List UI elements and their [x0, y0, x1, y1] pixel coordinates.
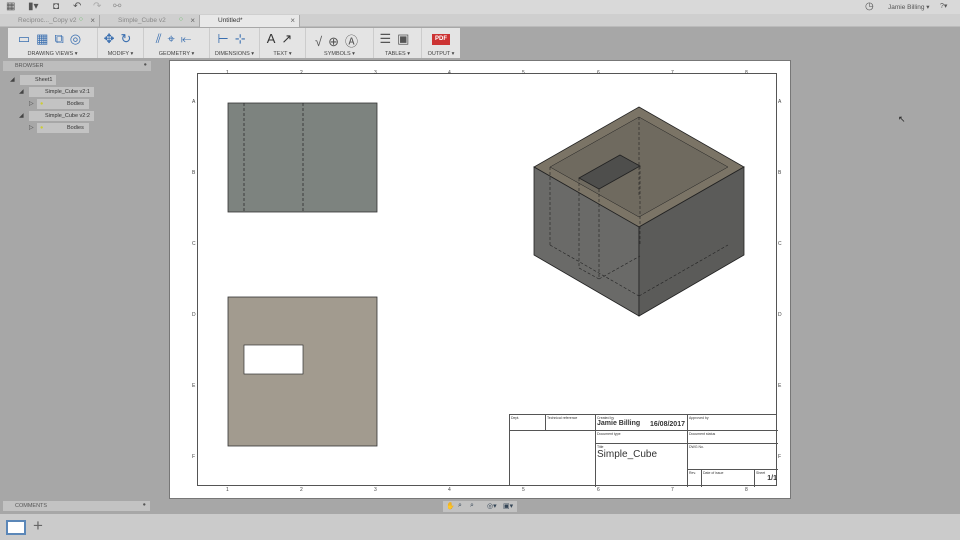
date-issue-cell: Date of issue: [702, 470, 755, 487]
zoom-window-icon[interactable]: ⌕: [458, 502, 462, 510]
rev-cell: Rev.: [688, 470, 702, 487]
zoom-icon[interactable]: ⌕: [470, 502, 474, 510]
sheet-bar: +: [0, 514, 960, 540]
display-settings-icon[interactable]: ◎▾: [487, 502, 497, 510]
title-block: Dept. Technical reference Created by Jami…: [509, 414, 778, 487]
tech-ref-cell: Technical reference: [546, 415, 596, 431]
top-view[interactable]: [227, 102, 378, 213]
dwg-no-cell: DWG No.: [688, 444, 778, 470]
created-by-value: Jamie Billing: [597, 420, 641, 427]
front-view[interactable]: [227, 296, 378, 447]
grid-settings-icon[interactable]: ▣▾: [503, 502, 513, 510]
pan-icon[interactable]: ✋: [446, 502, 455, 510]
sheet-cell: Sheet 1/1: [755, 470, 778, 487]
sheet-thumbnail[interactable]: [6, 520, 26, 535]
approved-by-cell: Approved by: [688, 415, 778, 431]
dept-cell: Dept.: [510, 415, 546, 431]
sheet-value: 1/1: [767, 475, 777, 482]
title-cell: Title Simple_Cube: [596, 444, 688, 487]
add-sheet-icon[interactable]: +: [33, 516, 43, 536]
created-by-cell: Created by Jamie Billing 16/08/2017: [596, 415, 688, 431]
cursor-icon: ↖: [898, 114, 906, 124]
date-value: 16/08/2017: [649, 421, 685, 428]
drawing-title: Simple_Cube: [597, 449, 658, 460]
doc-status-cell: Document status: [688, 431, 778, 444]
blank-cell: [510, 431, 596, 487]
navigation-bar: ✋ ⌕ ⌕ ◎▾ ▣▾: [443, 501, 517, 512]
isometric-view[interactable]: [533, 106, 745, 317]
drawing-views: [227, 102, 745, 447]
doc-type-cell: Document type: [596, 431, 688, 444]
